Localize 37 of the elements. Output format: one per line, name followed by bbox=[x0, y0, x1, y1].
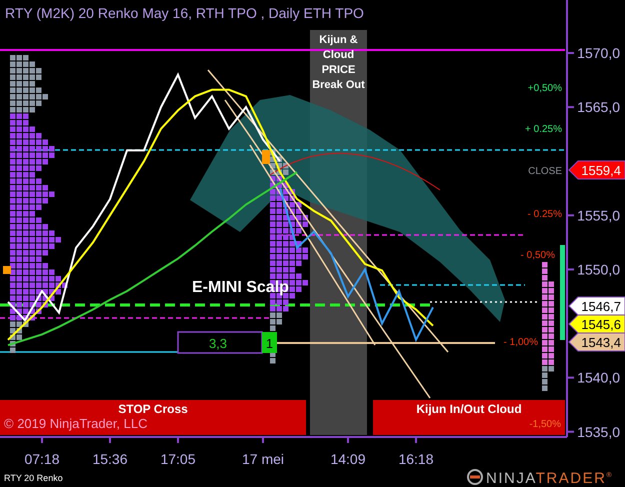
signal-label: Kijun & Cloud PRICE Break Out bbox=[311, 33, 366, 93]
time-axis-label: 17 mei bbox=[242, 451, 284, 467]
scalp-label: E-MINI Scalp bbox=[192, 279, 289, 296]
percent-label: - 0.25% bbox=[528, 209, 562, 220]
logo-wordmark: NINJATRADER$^{®}$ bbox=[486, 470, 614, 487]
count-badge bbox=[262, 332, 277, 353]
ninja-logo-icon bbox=[467, 469, 483, 485]
alert-label: STOP Cross bbox=[118, 402, 188, 416]
price-axis-label: 1570,0 bbox=[577, 45, 620, 62]
price-axis-label: 1565,0 bbox=[577, 99, 620, 116]
percent-label: -1,50% bbox=[529, 419, 561, 430]
chart-title: RTY (M2K) 20 Renko May 16, RTH TPO , Daily ETH TPO bbox=[5, 5, 364, 21]
price-axis-label: 1555,0 bbox=[577, 207, 620, 224]
time-axis-label: 15:36 bbox=[92, 451, 128, 467]
stats-value: 3,3 bbox=[208, 336, 228, 351]
price-tag: 1543,4 bbox=[568, 332, 625, 352]
percent-label: + 0.25% bbox=[525, 124, 562, 135]
price-tag: 1559,4 bbox=[568, 160, 625, 180]
copyright-text: © 2019 NinjaTrader, LLC bbox=[4, 416, 148, 431]
instrument-label: RTY 20 Renko bbox=[4, 473, 63, 483]
price-tag: 1546,7 bbox=[568, 296, 625, 316]
price-axis-label: 1540,0 bbox=[577, 370, 620, 386]
time-axis-label: 14:09 bbox=[330, 451, 366, 467]
percent-label: - 1,00% bbox=[504, 337, 538, 348]
percent-label: CLOSE bbox=[528, 166, 562, 177]
marker-icon bbox=[262, 150, 270, 164]
percent-label: - 0,50% bbox=[520, 250, 555, 261]
alert-label: Kijun In/Out Cloud bbox=[416, 402, 522, 416]
price-axis-label: 1550,0 bbox=[577, 261, 620, 278]
marker-icon bbox=[3, 266, 11, 274]
percent-label: +0,50% bbox=[528, 83, 562, 94]
time-axis-label: 16:18 bbox=[398, 451, 434, 467]
time-axis-label: 17:05 bbox=[160, 451, 196, 467]
time-axis-label: 07:18 bbox=[24, 451, 60, 467]
price-tag: 1545,6 bbox=[568, 314, 625, 334]
price-axis-label: 1535,0 bbox=[577, 424, 620, 440]
count-value: 1 bbox=[266, 336, 274, 351]
